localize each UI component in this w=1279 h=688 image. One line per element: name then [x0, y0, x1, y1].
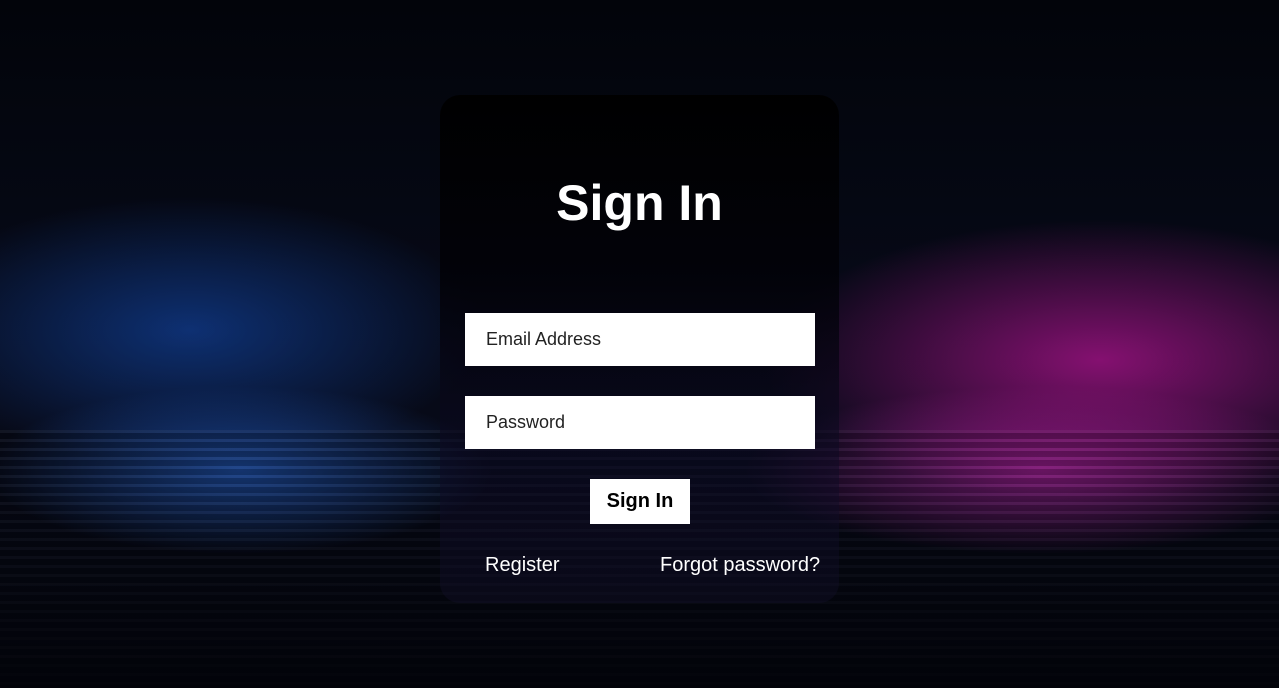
register-link[interactable]: Register [485, 553, 559, 577]
email-field[interactable] [465, 313, 815, 366]
forgot-password-link[interactable]: Forgot password? [660, 553, 820, 577]
sign-in-button[interactable]: Sign In [590, 479, 690, 524]
page-title: Sign In [556, 175, 723, 231]
password-field[interactable] [465, 396, 815, 449]
